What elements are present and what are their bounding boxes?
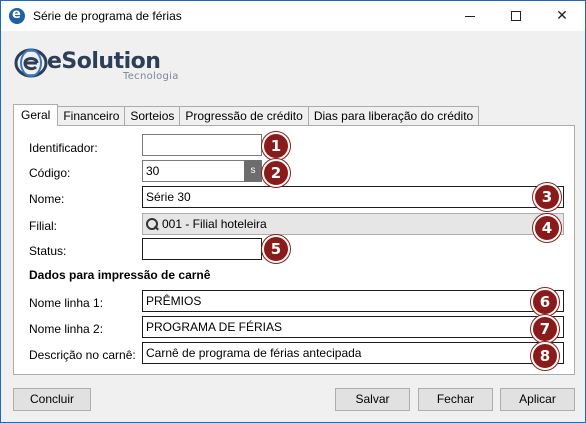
- close-icon: ✕: [556, 8, 568, 24]
- tab-geral[interactable]: Geral: [13, 104, 59, 126]
- title-bar[interactable]: Série de programa de férias ✕: [1, 1, 585, 31]
- status-label: Status:: [29, 244, 67, 258]
- codigo-sequence-button[interactable]: s: [244, 160, 262, 182]
- minimize-icon: [465, 15, 475, 17]
- minimize-button[interactable]: [447, 1, 493, 31]
- descricao-carne-input[interactable]: Carnê de programa de férias antecipada: [142, 342, 564, 364]
- filial-value: 001 - Filial hoteleira: [162, 217, 267, 231]
- nome-linha-1-input[interactable]: PRÊMIOS: [142, 290, 564, 312]
- search-icon: [146, 218, 158, 230]
- descricao-carne-label: Descrição no carnê:: [29, 348, 136, 362]
- nome-linha-2-label: Nome linha 2:: [29, 322, 104, 336]
- badge-6: 6: [531, 288, 559, 316]
- window-title: Série de programa de férias: [33, 9, 182, 23]
- identificador-input[interactable]: [142, 134, 262, 156]
- identificador-label: Identificador:: [29, 141, 98, 155]
- close-button[interactable]: ✕: [539, 1, 585, 31]
- logo-tagline: Tecnologia: [123, 71, 179, 82]
- nome-linha-1-label: Nome linha 1:: [29, 296, 104, 310]
- tab-strip: Geral Financeiro Sorteios Progressão de …: [13, 104, 480, 126]
- nome-label: Nome:: [29, 192, 65, 206]
- esolution-logo: eSolution Tecnologia: [13, 45, 193, 85]
- tab-dias-liberacao[interactable]: Dias para liberação do crédito: [307, 106, 480, 126]
- badge-8: 8: [531, 342, 559, 370]
- tab-progressao-credito[interactable]: Progressão de crédito: [179, 106, 309, 126]
- codigo-label: Código:: [29, 166, 71, 180]
- badge-7: 7: [531, 315, 559, 343]
- tab-financeiro[interactable]: Financeiro: [57, 106, 126, 126]
- badge-4: 4: [533, 214, 561, 242]
- section-title-carne: Dados para impressão de carnê: [29, 268, 211, 282]
- logo-mark-icon: [14, 48, 48, 78]
- badge-3: 3: [533, 183, 561, 211]
- concluir-button[interactable]: Concluir: [13, 388, 91, 411]
- status-input[interactable]: [142, 238, 262, 260]
- badge-2: 2: [262, 159, 290, 187]
- dialog-window: Série de programa de férias ✕ eSolution …: [0, 0, 586, 423]
- fechar-button[interactable]: Fechar: [418, 388, 493, 411]
- app-icon: [9, 7, 25, 24]
- codigo-input[interactable]: 30: [142, 160, 245, 182]
- badge-1: 1: [262, 132, 290, 160]
- nome-input[interactable]: Série 30: [142, 186, 564, 208]
- nome-linha-2-input[interactable]: PROGRAMA DE FÉRIAS: [142, 316, 564, 338]
- filial-lookup[interactable]: 001 - Filial hoteleira: [142, 213, 564, 235]
- badge-5: 5: [262, 235, 290, 263]
- salvar-button[interactable]: Salvar: [335, 388, 410, 411]
- maximize-button[interactable]: [493, 1, 539, 31]
- filial-label: Filial:: [29, 219, 58, 233]
- maximize-icon: [511, 11, 521, 21]
- tab-sorteios[interactable]: Sorteios: [124, 106, 181, 126]
- aplicar-button[interactable]: Aplicar: [500, 388, 575, 411]
